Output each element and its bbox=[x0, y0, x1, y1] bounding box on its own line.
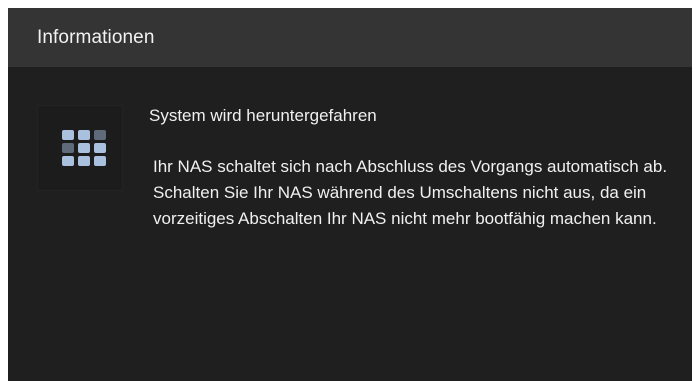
app-grid-icon bbox=[62, 130, 106, 166]
info-dialog: Informationen System wird heruntergefahr… bbox=[8, 8, 692, 381]
message-headline: System wird heruntergefahren bbox=[149, 106, 377, 125]
message-detail: Ihr NAS schaltet sich nach Abschluss des… bbox=[153, 157, 668, 228]
app-icon-tile bbox=[37, 105, 123, 191]
dialog-message: System wird heruntergefahren Ihr NAS sch… bbox=[149, 103, 679, 232]
dialog-titlebar[interactable]: Informationen bbox=[8, 8, 692, 67]
dialog-title: Informationen bbox=[37, 26, 155, 48]
dialog-body: System wird heruntergefahren Ihr NAS sch… bbox=[8, 67, 692, 381]
